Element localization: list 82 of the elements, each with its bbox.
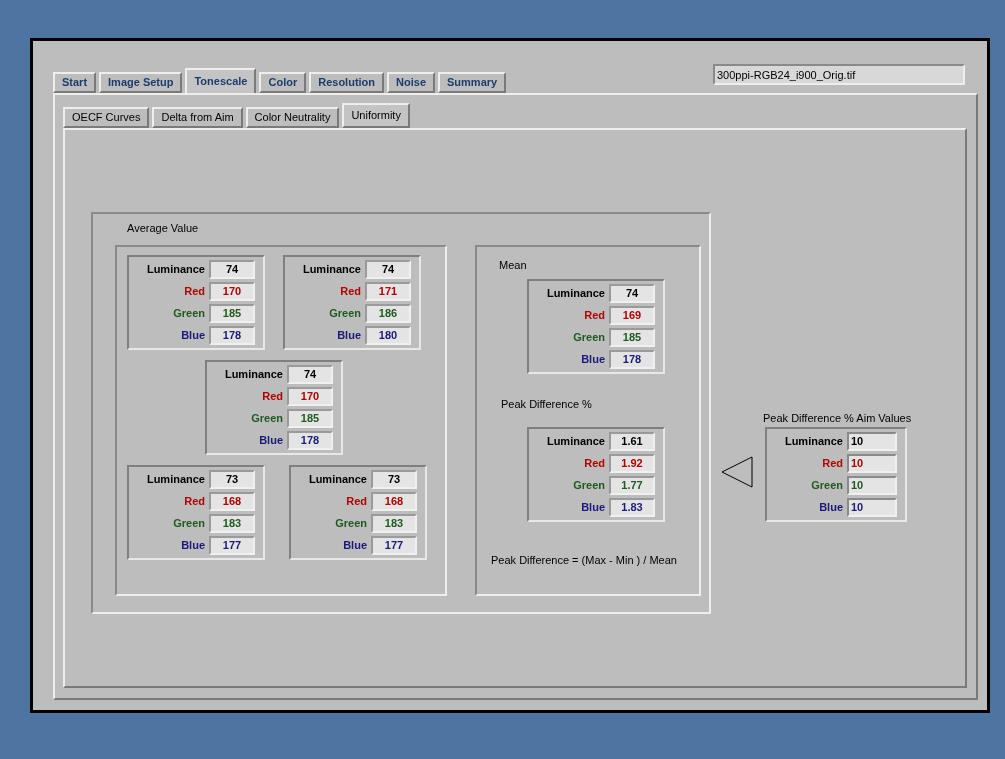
value-display: 1.77 [609,475,655,495]
value-display: 170 [209,281,255,301]
channel-label: Luminance [223,366,283,382]
channel-label: Blue [336,327,361,343]
value-display: 183 [209,513,255,533]
sub-tab[interactable]: Uniformity [342,103,410,128]
channel-label: Blue [258,432,283,448]
mean-title: Mean [499,257,528,273]
channel-label: Red [821,455,843,471]
aim-input[interactable]: 10 [847,497,897,517]
channel-label: Blue [180,327,205,343]
sub-tab[interactable]: OECF Curves [63,107,150,128]
value-display: 171 [365,281,411,301]
main-tab[interactable]: Tonescale [185,68,257,93]
value-display: 74 [287,364,333,384]
value-display: 74 [209,259,255,279]
file-name-field[interactable]: 300ppi-RGB24_i900_Orig.tif [713,64,965,85]
channel-label: Green [572,477,605,493]
channel-label: Luminance [783,433,843,449]
value-display: 180 [365,325,411,345]
channel-label: Green [172,305,205,321]
channel-label: Blue [342,537,367,553]
channel-label: Red [339,283,361,299]
channel-label: Luminance [145,471,205,487]
aim-input[interactable]: 10 [847,453,897,473]
value-display: 183 [371,513,417,533]
value-display: 73 [209,469,255,489]
channel-label: Green [250,410,283,426]
aim-input[interactable]: 10 [847,475,897,495]
channel-label: Blue [580,499,605,515]
channel-label: Red [183,283,205,299]
value-display: 178 [609,350,655,369]
value-display: 169 [609,306,655,325]
main-tab[interactable]: Color [259,72,307,93]
value-display: 177 [371,535,417,555]
value-display: 1.83 [609,497,655,517]
main-tab[interactable]: Start [53,72,97,93]
value-display: 73 [371,469,417,489]
main-tab[interactable]: Resolution [309,72,385,93]
formula-text: Peak Difference = (Max - Min ) / Mean [491,552,678,568]
channel-label: Green [572,330,605,346]
value-display: 186 [365,303,411,323]
aim-values-title: Peak Difference % Aim Values [763,411,912,426]
main-tab[interactable]: Summary [438,72,507,93]
channel-label: Red [183,493,205,509]
left-triangle-icon [721,456,753,488]
channel-label: Red [583,455,605,471]
channel-label: Green [328,305,361,321]
channel-label: Green [172,515,205,531]
sub-tab[interactable]: Color Neutrality [245,107,340,128]
channel-label: Green [334,515,367,531]
channel-label: Luminance [301,261,361,277]
value-display: 185 [209,303,255,323]
value-display: 168 [371,491,417,511]
main-tab[interactable]: Noise [387,72,435,93]
value-display: 178 [287,430,333,450]
channel-label: Green [810,477,843,493]
value-display: 1.92 [609,453,655,473]
channel-label: Luminance [545,433,605,449]
peak-difference-title: Peak Difference % [501,397,593,412]
channel-label: Blue [180,537,205,553]
aim-input[interactable]: 10 [847,431,897,451]
value-display: 185 [287,408,333,428]
sub-tab[interactable]: Delta from Aim [152,107,243,128]
value-display: 74 [365,259,411,279]
channel-label: Luminance [145,261,205,277]
value-display: 74 [609,284,655,303]
average-value-title: Average Value [127,221,200,236]
main-tab[interactable]: Image Setup [99,72,183,93]
value-display: 168 [209,491,255,511]
channel-label: Blue [580,352,605,368]
channel-label: Blue [818,499,843,515]
value-display: 170 [287,386,333,406]
value-display: 1.61 [609,431,655,451]
channel-label: Red [261,388,283,404]
channel-label: Red [583,308,605,324]
channel-label: Red [345,493,367,509]
value-display: 185 [609,328,655,347]
channel-label: Luminance [307,471,367,487]
value-display: 178 [209,325,255,345]
value-display: 177 [209,535,255,555]
channel-label: Luminance [545,286,605,302]
